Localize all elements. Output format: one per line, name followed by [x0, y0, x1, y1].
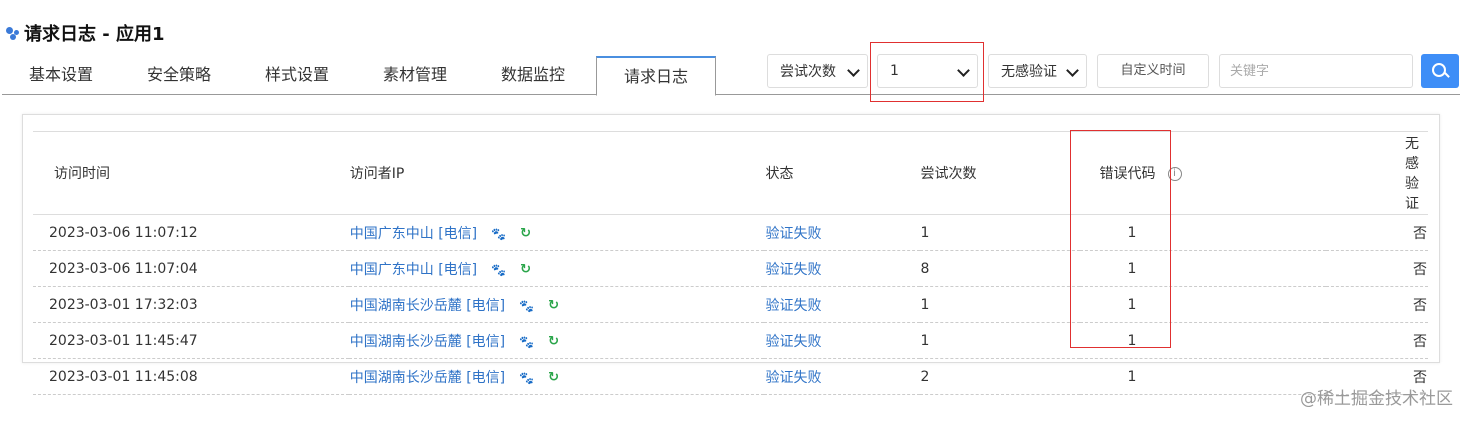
cell-seamless: 否 [1326, 214, 1428, 251]
col-header-error-code: 错误代码 i [1079, 131, 1326, 215]
col-header-status: 状态 [764, 131, 920, 215]
cell-attempts: 8 [919, 250, 1080, 287]
attempts-select-label: 尝试次数 [780, 64, 836, 80]
cell-ip-link[interactable]: 中国广东中山 [电信] [350, 262, 477, 278]
col-header-ip: 访问者IP [348, 131, 765, 215]
page-header: 请求日志 - 应用1 [6, 20, 165, 46]
request-log-table: 访问时间 访问者IP 状态 尝试次数 错误代码 i 无感验证 2023-03-06… [33, 131, 1428, 395]
log-panel: 访问时间 访问者IP 状态 尝试次数 错误代码 i 无感验证 2023-03-06… [22, 114, 1440, 395]
cell-time: 2023-03-01 11:45:08 [33, 358, 349, 395]
cell-status-link[interactable]: 验证失败 [765, 262, 821, 278]
cell-time: 2023-03-06 11:07:12 [33, 214, 349, 251]
cell-time: 2023-03-06 11:07:04 [33, 250, 349, 287]
table-row: 2023-03-01 11:45:47 中国湖南长沙岳麓 [电信] 🐾 ↻ 验证失败… [33, 322, 1428, 359]
chevron-down-icon [957, 64, 970, 77]
attempts-value-select[interactable]: 1 [877, 54, 978, 88]
seamless-select-label: 无感验证 [1001, 64, 1057, 80]
table-row: 2023-03-06 11:07:04 中国广东中山 [电信] 🐾 ↻ 验证失败 8… [33, 250, 1428, 287]
search-button[interactable] [1421, 54, 1459, 88]
table-row: 2023-03-06 11:07:12 中国广东中山 [电信] 🐾 ↻ 验证失败 1… [33, 214, 1428, 251]
cell-error-code: 1 [1079, 286, 1326, 323]
cell-seamless: 否 [1326, 250, 1428, 287]
cell-error-code: 1 [1079, 214, 1326, 251]
cell-status-link[interactable]: 验证失败 [765, 226, 821, 242]
chevron-down-icon [1066, 64, 1079, 77]
page-title: 请求日志 - 应用1 [24, 24, 165, 45]
cell-ip-link[interactable]: 中国湖南长沙岳麓 [电信] [350, 370, 505, 386]
paw-icon[interactable]: 🐾 [491, 227, 506, 241]
col-header-time: 访问时间 [33, 131, 349, 215]
cell-error-code: 1 [1079, 250, 1326, 287]
filter-bar: 尝试次数 1 无感验证 自定义时间 [0, 54, 1467, 92]
cell-status-link[interactable]: 验证失败 [765, 334, 821, 350]
cell-time: 2023-03-01 17:32:03 [33, 286, 349, 323]
refresh-icon[interactable]: ↻ [520, 262, 531, 277]
table-row: 2023-03-01 11:45:08 中国湖南长沙岳麓 [电信] 🐾 ↻ 验证失败… [33, 358, 1428, 395]
col-header-error-code-label: 错误代码 [1099, 166, 1156, 182]
cell-status-link[interactable]: 验证失败 [765, 298, 821, 314]
watermark: @稀土掘金技术社区 [1300, 389, 1453, 409]
col-header-seamless: 无感验证 [1326, 131, 1428, 215]
info-icon[interactable]: i [1167, 167, 1182, 181]
table-header-row: 访问时间 访问者IP 状态 尝试次数 错误代码 i 无感验证 [33, 131, 1428, 215]
cell-seamless: 否 [1326, 322, 1428, 359]
paw-icon[interactable]: 🐾 [519, 299, 534, 313]
attempts-select[interactable]: 尝试次数 [767, 54, 868, 88]
cell-error-code: 1 [1079, 358, 1326, 395]
keyword-input[interactable] [1219, 54, 1413, 88]
chevron-down-icon [847, 64, 860, 77]
refresh-icon[interactable]: ↻ [548, 298, 559, 313]
paw-icon[interactable]: 🐾 [519, 335, 534, 349]
cell-status-link[interactable]: 验证失败 [765, 370, 821, 386]
seamless-select[interactable]: 无感验证 [988, 54, 1087, 88]
cell-time: 2023-03-01 11:45:47 [33, 322, 349, 359]
cell-seamless: 否 [1326, 286, 1428, 323]
cell-ip-link[interactable]: 中国广东中山 [电信] [350, 226, 477, 242]
paw-icon[interactable]: 🐾 [491, 263, 506, 277]
refresh-icon[interactable]: ↻ [548, 334, 559, 349]
refresh-icon[interactable]: ↻ [520, 226, 531, 241]
cell-attempts: 2 [919, 358, 1080, 395]
cell-ip-link[interactable]: 中国湖南长沙岳麓 [电信] [350, 298, 505, 314]
refresh-icon[interactable]: ↻ [548, 370, 559, 385]
cell-attempts: 1 [919, 322, 1080, 359]
cell-error-code: 1 [1079, 322, 1326, 359]
cell-ip-link[interactable]: 中国湖南长沙岳麓 [电信] [350, 334, 505, 350]
table-row: 2023-03-01 17:32:03 中国湖南长沙岳麓 [电信] 🐾 ↻ 验证失败… [33, 286, 1428, 323]
cell-attempts: 1 [919, 214, 1080, 251]
attempts-value: 1 [890, 63, 899, 79]
cell-attempts: 1 [919, 286, 1080, 323]
custom-time-button[interactable]: 自定义时间 [1097, 54, 1209, 88]
col-header-attempts: 尝试次数 [919, 131, 1080, 215]
app-dots-icon [6, 25, 20, 41]
paw-icon[interactable]: 🐾 [519, 371, 534, 385]
